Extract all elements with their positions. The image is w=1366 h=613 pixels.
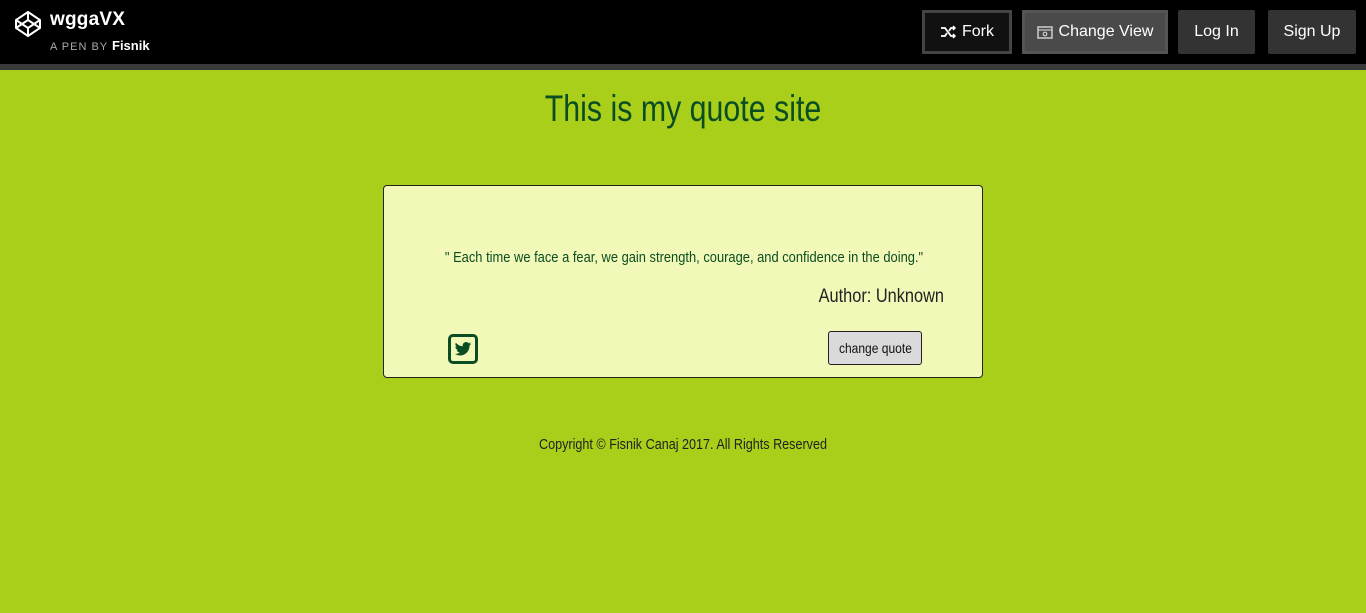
signup-button[interactable]: Sign Up: [1268, 10, 1356, 54]
change-view-label: Change View: [1058, 23, 1154, 40]
pen-title: wggaVX: [50, 9, 126, 30]
pen-by-label: A PEN BY: [50, 41, 108, 53]
page-title: This is my quote site: [544, 88, 822, 129]
quote-card: " Each time we face a fear, we gain stre…: [383, 185, 983, 378]
top-bar-divider: [0, 64, 1366, 70]
fork-icon: [941, 25, 956, 39]
quote-text: " Each time we face a fear, we gain stre…: [444, 249, 924, 266]
fork-label: Fork: [962, 23, 994, 40]
footer-copyright: Copyright © Fisnik Canaj 2017. All Right…: [538, 436, 828, 453]
change-view-icon: [1036, 25, 1053, 39]
twitter-icon: [454, 341, 472, 355]
codepen-logo-icon[interactable]: [14, 10, 42, 38]
quote-author: Author: Unknown: [818, 286, 944, 307]
change-view-button[interactable]: Change View: [1022, 10, 1168, 54]
change-quote-button[interactable]: change quote: [828, 331, 922, 365]
change-quote-label: change quote: [838, 340, 912, 356]
fork-button[interactable]: Fork: [922, 10, 1012, 54]
tweet-button[interactable]: [448, 334, 478, 364]
pen-byline: A PEN BY Fisnik: [50, 38, 150, 53]
top-bar: wggaVX A PEN BY Fisnik Fork Change View …: [0, 0, 1366, 64]
pen-author-link[interactable]: Fisnik: [112, 38, 150, 53]
login-button[interactable]: Log In: [1178, 10, 1255, 54]
